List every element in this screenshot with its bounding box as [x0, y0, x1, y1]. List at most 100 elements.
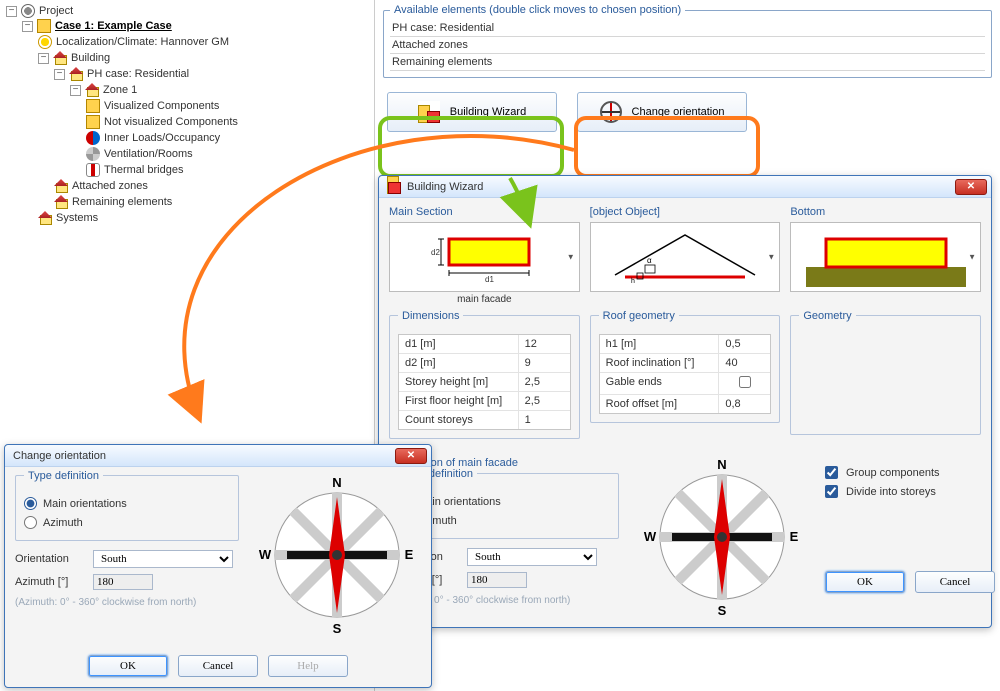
cube-icon [86, 115, 100, 129]
roof-preview[interactable]: α h ▼ [590, 222, 781, 292]
tree-vent[interactable]: Ventilation/Rooms [86, 146, 368, 162]
d1-value[interactable]: 12 [518, 335, 570, 353]
close-icon[interactable]: ✕ [395, 448, 427, 464]
loads-icon [86, 131, 100, 145]
main-section-svg: d1 d2 [419, 227, 549, 287]
dropdown-arrow-icon[interactable]: ▼ [567, 253, 575, 262]
roof-offset-label: Roof offset [m] [600, 395, 719, 413]
building-wizard-button[interactable]: Building Wizard [387, 92, 557, 132]
co-main-or-radio[interactable] [24, 497, 37, 510]
avail-row[interactable]: Remaining elements [390, 54, 985, 71]
first-floor-label: First floor height [m] [399, 392, 518, 410]
group-components-check[interactable] [825, 466, 838, 479]
tree-collapse-icon[interactable]: − [54, 69, 65, 80]
storey-height-value[interactable]: 2,5 [518, 373, 570, 391]
co-orientation-label: Orientation [15, 553, 85, 565]
roof-geometry-group: Roof geometry h1 [m]0,5 Roof inclination… [590, 315, 781, 423]
tree-root-label: Project [39, 5, 73, 17]
roof-incl-value[interactable]: 40 [718, 354, 770, 372]
building-wizard-icon [418, 101, 440, 123]
h1-value[interactable]: 0,5 [718, 335, 770, 353]
compass-widget[interactable]: N E S W [642, 457, 802, 617]
co-titlebar[interactable]: Change orientation ✕ [5, 445, 431, 467]
tree-collapse-icon[interactable]: − [38, 53, 49, 64]
co-help-button[interactable]: Help [268, 655, 348, 677]
systems-label: Systems [56, 212, 98, 224]
count-storeys-value[interactable]: 1 [518, 411, 570, 429]
tree-building[interactable]: − Building [38, 50, 368, 66]
close-icon[interactable]: ✕ [955, 179, 987, 195]
group-components-label: Group components [846, 467, 940, 479]
tree-phcase[interactable]: − PH case: Residential [54, 66, 368, 82]
available-elements-legend: Available elements (double click moves t… [390, 4, 685, 16]
zone-label: Zone 1 [103, 84, 137, 96]
tree-notvis[interactable]: Not visualized Components [86, 114, 368, 130]
svg-text:α: α [647, 256, 652, 265]
house-icon [54, 195, 68, 209]
tree-inner[interactable]: Inner Loads/Occupancy [86, 130, 368, 146]
svg-text:S: S [718, 603, 727, 617]
orientation-select[interactable]: South [467, 548, 597, 566]
wizard-titlebar[interactable]: Building Wizard ✕ [379, 176, 991, 198]
building-wizard-label: Building Wizard [450, 106, 526, 118]
attached-label: Attached zones [72, 180, 148, 192]
avail-row[interactable]: PH case: Residential [390, 20, 985, 37]
storey-height-label: Storey height [m] [399, 373, 518, 391]
roof-svg: α h [605, 227, 765, 287]
first-floor-value[interactable]: 2,5 [518, 392, 570, 410]
tree-vis[interactable]: Visualized Components [86, 98, 368, 114]
divide-storeys-label: Divide into storeys [846, 486, 936, 498]
compass-icon [600, 101, 622, 123]
co-azimuth-label: Azimuth [°] [15, 576, 85, 588]
dropdown-arrow-icon[interactable]: ▼ [968, 253, 976, 262]
wizard-title-icon [387, 180, 401, 194]
vent-icon [86, 147, 100, 161]
co-cancel-button[interactable]: Cancel [178, 655, 258, 677]
change-orientation-button[interactable]: Change orientation [577, 92, 747, 132]
tree-zone[interactable]: − Zone 1 [70, 82, 368, 98]
tree-collapse-icon[interactable]: − [70, 85, 81, 96]
tree-localization[interactable]: Localization/Climate: Hannover GM [38, 34, 368, 50]
vent-label: Ventilation/Rooms [104, 148, 193, 160]
azimuth-input[interactable] [467, 572, 527, 588]
sun-icon [38, 35, 52, 49]
avail-row[interactable]: Attached zones [390, 37, 985, 54]
svg-text:N: N [717, 457, 726, 472]
gable-ends-checkbox[interactable] [718, 373, 770, 394]
co-orientation-select[interactable]: South [93, 550, 233, 568]
gable-ends-check[interactable] [739, 376, 751, 388]
co-azimuth-input[interactable] [93, 574, 153, 590]
svg-text:W: W [259, 547, 272, 562]
svg-text:E: E [405, 547, 414, 562]
right-area: Available elements (double click moves t… [375, 0, 1000, 146]
svg-text:W: W [644, 529, 657, 544]
roof-geom-title: Roof geometry [599, 310, 679, 322]
main-section-preview[interactable]: d1 d2 ▼ [389, 222, 580, 292]
wizard-ok-button[interactable]: OK [825, 571, 905, 593]
change-orientation-dialog: Change orientation ✕ Type definition Mai… [4, 444, 432, 688]
tree-attached[interactable]: Attached zones [54, 178, 368, 194]
roof-offset-value[interactable]: 0,8 [718, 395, 770, 413]
wizard-cancel-button[interactable]: Cancel [915, 571, 995, 593]
remaining-label: Remaining elements [72, 196, 172, 208]
co-azimuth-radio-label: Azimuth [43, 517, 83, 529]
dropdown-arrow-icon[interactable]: ▼ [767, 253, 775, 262]
tree-collapse-icon[interactable]: − [6, 6, 17, 17]
roof-title: [object Object] [590, 206, 781, 218]
vis-label: Visualized Components [104, 100, 219, 112]
main-facade-caption: main facade [389, 292, 580, 305]
d2-value[interactable]: 9 [518, 354, 570, 372]
co-main-or-label: Main orientations [43, 498, 127, 510]
co-ok-button[interactable]: OK [88, 655, 168, 677]
tree-collapse-icon[interactable]: − [22, 21, 33, 32]
tree-thermal[interactable]: Thermal bridges [86, 162, 368, 178]
tree-systems[interactable]: Systems [38, 210, 368, 226]
co-compass-widget[interactable]: N E S W [257, 475, 417, 635]
divide-storeys-check[interactable] [825, 485, 838, 498]
bottom-preview[interactable]: ▼ [790, 222, 981, 292]
cube-icon [86, 99, 100, 113]
main-section-title: Main Section [389, 206, 580, 218]
co-azimuth-radio[interactable] [24, 516, 37, 529]
tree-case[interactable]: − Case 1: Example Case [22, 18, 368, 34]
tree-remaining[interactable]: Remaining elements [54, 194, 368, 210]
